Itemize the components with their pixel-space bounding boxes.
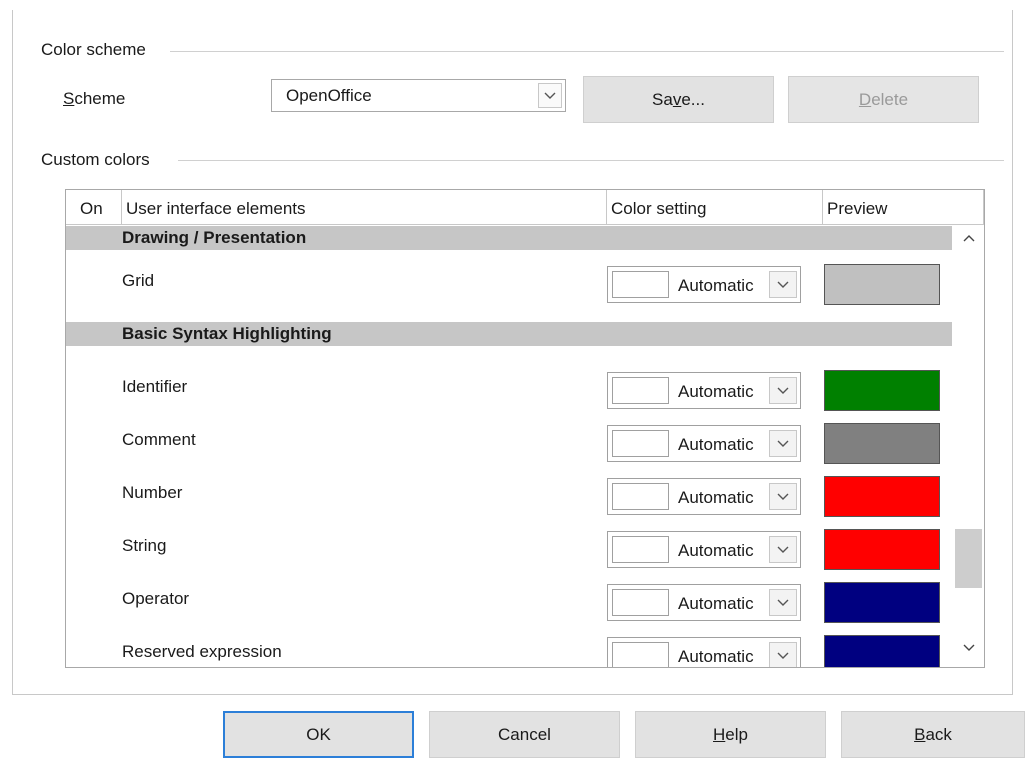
preview-identifier: [824, 370, 940, 411]
color-setting-operator[interactable]: Automatic: [607, 584, 801, 621]
save-label-pre: Sa: [652, 89, 673, 109]
column-header-color-setting[interactable]: Color setting: [607, 190, 823, 225]
group-header-drawing: Drawing / Presentation: [66, 226, 952, 250]
custom-colors-title: Custom colors: [41, 150, 156, 170]
save-scheme-button[interactable]: Sa v e...: [583, 76, 774, 123]
preview-number: [824, 476, 940, 517]
color-setting-text: Automatic: [678, 488, 754, 507]
vertical-scrollbar[interactable]: [953, 226, 984, 667]
column-header-elements[interactable]: User interface elements: [122, 190, 607, 225]
back-button[interactable]: Back: [841, 711, 1025, 758]
ok-label: OK: [306, 724, 331, 744]
color-swatch: [612, 430, 669, 457]
scheme-label-rest: cheme: [74, 89, 126, 108]
color-setting-number[interactable]: Automatic: [607, 478, 801, 515]
color-swatch: [612, 536, 669, 563]
color-setting-text: Automatic: [678, 594, 754, 613]
row-label-string: String: [122, 536, 167, 555]
color-swatch: [612, 271, 669, 298]
chevron-down-icon[interactable]: [769, 430, 797, 457]
color-setting-text: Automatic: [678, 541, 754, 560]
ok-button[interactable]: OK: [223, 711, 414, 758]
color-scheme-separator: [170, 51, 1004, 52]
color-scheme-title: Color scheme: [41, 40, 152, 60]
scheme-label-mnemonic: S: [63, 89, 75, 108]
scheme-dropdown[interactable]: OpenOffice: [271, 79, 566, 112]
row-label-operator: Operator: [122, 589, 190, 608]
group-header-basic-syntax: Basic Syntax Highlighting: [66, 322, 952, 346]
delete-label-post: elete: [871, 89, 909, 109]
preview-reserved-expression: [824, 635, 940, 667]
color-setting-text: Automatic: [678, 647, 754, 666]
chevron-down-icon[interactable]: [538, 83, 562, 108]
help-button[interactable]: Help: [635, 711, 826, 758]
scheme-label: Scheme: [63, 89, 125, 109]
scrollbar-thumb[interactable]: [955, 529, 982, 588]
row-label-identifier: Identifier: [122, 377, 188, 396]
chevron-down-icon[interactable]: [769, 377, 797, 404]
delete-label-mnemonic: D: [858, 89, 872, 109]
back-label-post: ack: [925, 724, 952, 744]
color-setting-comment[interactable]: Automatic: [607, 425, 801, 462]
row-label-number: Number: [122, 483, 183, 502]
chevron-down-icon[interactable]: [769, 536, 797, 563]
color-swatch: [612, 589, 669, 616]
custom-colors-separator: [178, 160, 1004, 161]
column-header-on[interactable]: On: [66, 190, 122, 225]
chevron-down-icon[interactable]: [769, 642, 797, 667]
custom-colors-table: On User interface elements Color setting…: [65, 189, 985, 668]
back-label-mnemonic: B: [914, 724, 926, 744]
color-swatch: [612, 642, 669, 667]
row-label-comment: Comment: [122, 430, 196, 449]
color-setting-reserved-expression[interactable]: Automatic: [607, 637, 801, 667]
chevron-down-icon[interactable]: [769, 589, 797, 616]
color-setting-text: Automatic: [678, 382, 754, 401]
row-label-grid: Grid: [122, 271, 155, 290]
save-label-post: e...: [681, 89, 705, 109]
row-label-reserved-expression: Reserved expression: [122, 642, 282, 661]
help-label-mnemonic: H: [713, 724, 726, 744]
delete-scheme-button[interactable]: Delete: [788, 76, 979, 123]
color-setting-grid[interactable]: Automatic: [607, 266, 801, 303]
color-swatch: [612, 377, 669, 404]
color-setting-text: Automatic: [678, 435, 754, 454]
color-setting-identifier[interactable]: Automatic: [607, 372, 801, 409]
color-swatch: [612, 483, 669, 510]
preview-string: [824, 529, 940, 570]
table-body: Drawing / Presentation Grid Automatic Ba…: [66, 226, 952, 667]
save-label-mnemonic: v: [672, 89, 682, 109]
column-header-preview[interactable]: Preview: [823, 190, 984, 225]
table-header: On User interface elements Color setting…: [66, 190, 984, 225]
preview-operator: [824, 582, 940, 623]
cancel-label: Cancel: [498, 724, 551, 744]
chevron-up-icon[interactable]: [953, 226, 984, 250]
chevron-down-icon[interactable]: [953, 636, 984, 660]
preview-grid: [824, 264, 940, 305]
preview-comment: [824, 423, 940, 464]
scheme-dropdown-value: OpenOffice: [286, 86, 372, 105]
color-setting-string[interactable]: Automatic: [607, 531, 801, 568]
cancel-button[interactable]: Cancel: [429, 711, 620, 758]
chevron-down-icon[interactable]: [769, 271, 797, 298]
color-setting-text: Automatic: [678, 276, 754, 295]
chevron-down-icon[interactable]: [769, 483, 797, 510]
help-label-post: elp: [725, 724, 748, 744]
